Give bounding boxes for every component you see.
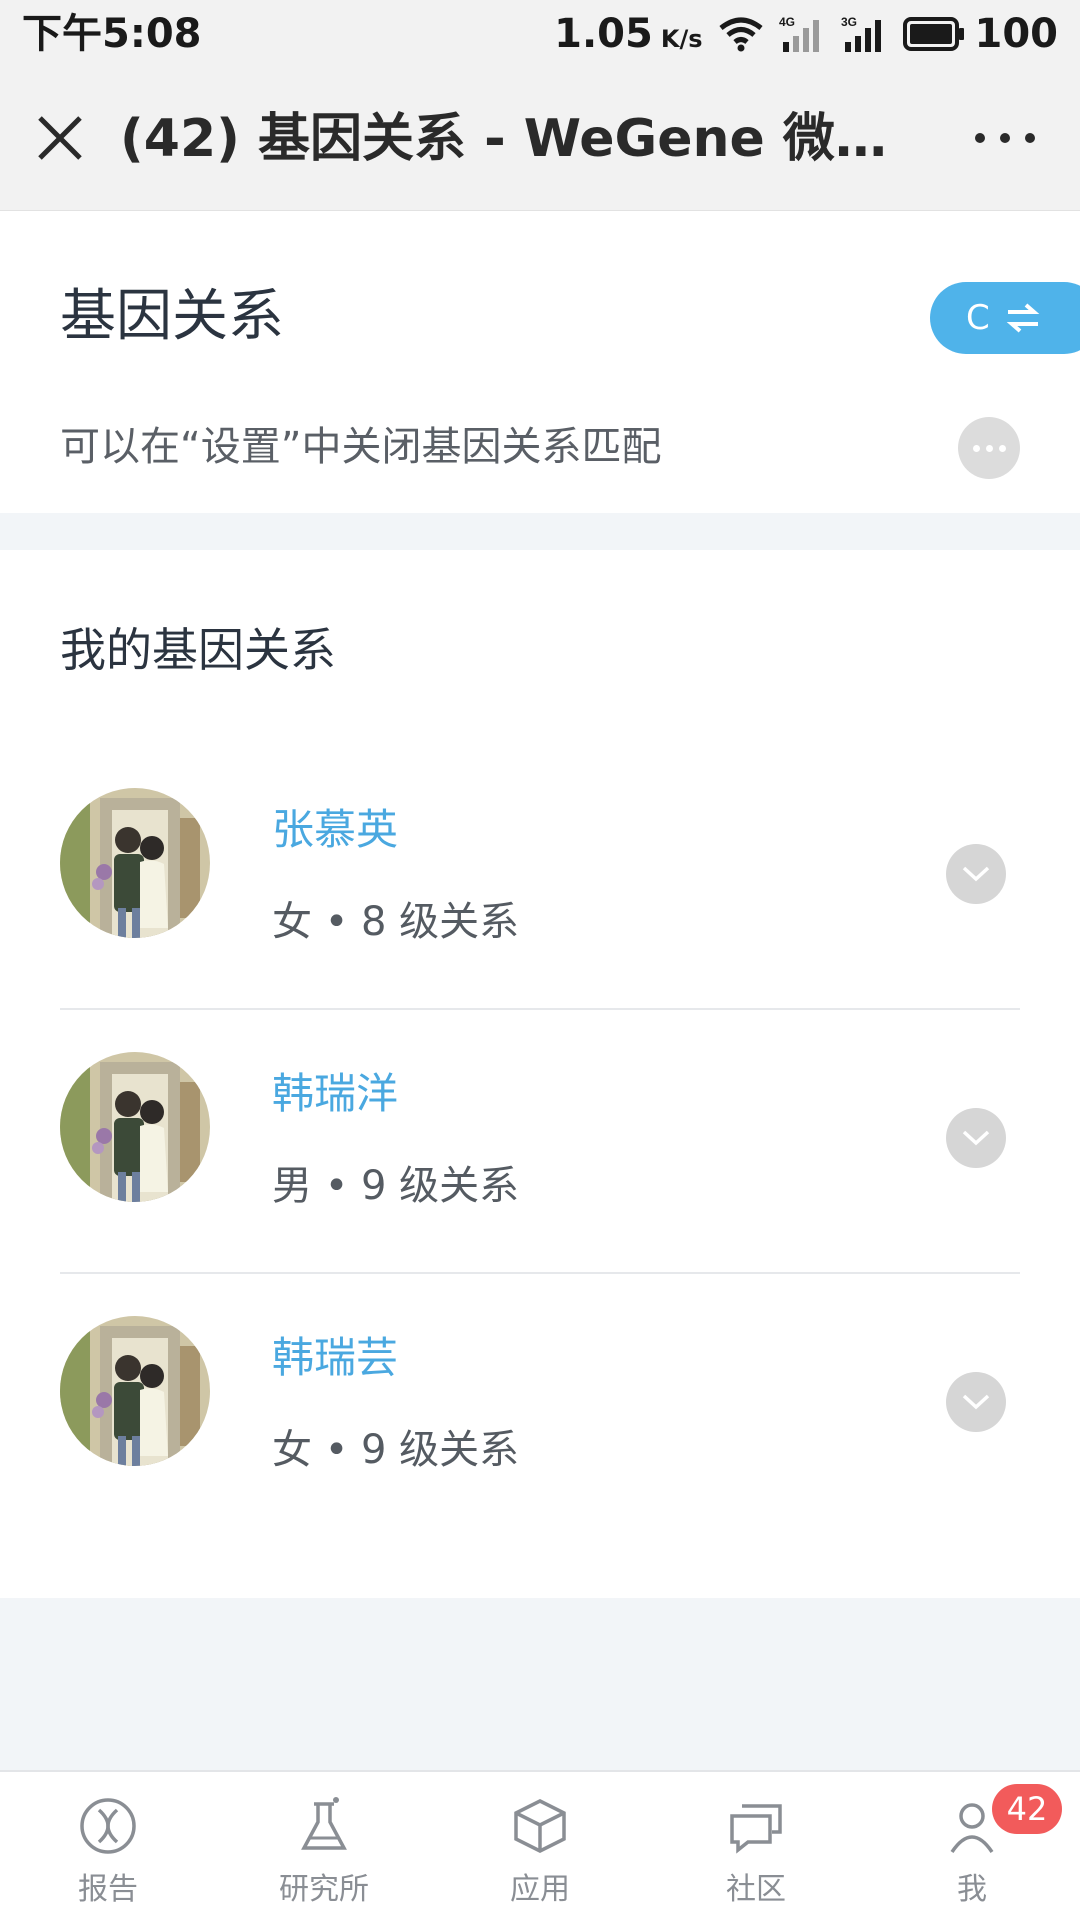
dot-icon — [972, 444, 980, 452]
dot-icon — [985, 444, 993, 452]
avatar-illustration — [60, 1316, 210, 1466]
battery: 100 — [902, 11, 1059, 57]
notification-badge: 42 — [992, 1784, 1062, 1834]
tab-label: 我 — [957, 1872, 987, 1907]
relative-row[interactable]: 韩瑞洋 男 • 9 级关系 — [60, 1008, 1020, 1274]
dot-icon — [998, 444, 1006, 452]
expand-button[interactable] — [946, 1108, 1006, 1168]
tab-report[interactable]: 报告 — [0, 1772, 216, 1922]
webview-title: (42) 基因关系 - WeGene 微基因 — [120, 109, 920, 169]
signal-3g-label: 3G — [841, 15, 857, 29]
tab-label: 报告 — [78, 1872, 138, 1907]
relative-meta: 女 • 9 级关系 — [272, 1427, 520, 1473]
avatar[interactable] — [60, 1316, 210, 1466]
relative-meta: 女 • 8 级关系 — [272, 899, 520, 945]
avatar-illustration — [60, 788, 210, 938]
switch-account-label: C — [966, 298, 990, 338]
flask-icon — [301, 1797, 347, 1850]
avatar-illustration — [60, 1052, 210, 1202]
wifi-icon — [718, 17, 763, 52]
chevron-down-icon — [962, 1130, 990, 1146]
chevron-down-icon — [962, 866, 990, 882]
hint-more-button[interactable] — [958, 417, 1020, 479]
bottom-tab-bar: 报告 研究所 应用 社区 42 我 — [0, 1770, 1080, 1922]
network-speed: 1.05 K/s — [554, 11, 702, 57]
webview-nav-bar: (42) 基因关系 - WeGene 微基因 — [0, 68, 1080, 211]
tab-apps[interactable]: 应用 — [432, 1772, 648, 1922]
avatar[interactable] — [60, 788, 210, 938]
avatar[interactable] — [60, 1052, 210, 1202]
tab-me[interactable]: 42 我 — [864, 1772, 1080, 1922]
tab-community[interactable]: 社区 — [648, 1772, 864, 1922]
expand-button[interactable] — [946, 844, 1006, 904]
relative-name[interactable]: 张慕英 — [272, 800, 398, 860]
dna-icon — [80, 1798, 136, 1854]
tab-institute[interactable]: 研究所 — [216, 1772, 432, 1922]
section-title: 我的基因关系 — [60, 623, 336, 677]
relative-meta: 男 • 9 级关系 — [272, 1163, 520, 1209]
tab-label: 研究所 — [279, 1872, 369, 1907]
expand-button[interactable] — [946, 1372, 1006, 1432]
network-speed-unit: K/s — [660, 25, 703, 53]
network-speed-value: 1.05 — [554, 11, 653, 57]
battery-icon — [902, 17, 964, 51]
settings-hint-text: 可以在“设置”中关闭基因关系匹配 — [60, 424, 662, 470]
chevron-down-icon — [962, 1394, 990, 1410]
close-icon[interactable] — [30, 108, 90, 168]
relative-name[interactable]: 韩瑞芸 — [272, 1328, 398, 1388]
chat-icon — [730, 1804, 782, 1854]
signal-3g-icon: 3G — [841, 15, 881, 52]
tab-label: 应用 — [510, 1872, 570, 1907]
signal-4g-icon: 4G — [779, 15, 819, 52]
swap-arrows-icon — [1006, 303, 1040, 333]
signal-4g-label: 4G — [779, 15, 795, 29]
header-card: 基因关系 C 可以在“设置”中关闭基因关系匹配 — [0, 211, 1080, 513]
switch-account-button[interactable]: C — [930, 282, 1080, 354]
status-bar: 下午5:08 1.05 K/s 4G 3G 100 — [0, 0, 1080, 68]
more-options-icon[interactable] — [970, 116, 1040, 160]
relatives-card: 我的基因关系 张慕英 女 • 8 级关系 韩瑞洋 男 • 9 级关系 韩瑞芸 女… — [0, 550, 1080, 1598]
status-indicators: 1.05 K/s 4G 3G 100 — [554, 8, 1058, 60]
cube-icon — [514, 1799, 566, 1853]
page-title: 基因关系 — [60, 284, 284, 349]
status-time: 下午5:08 — [22, 11, 202, 57]
relative-row[interactable]: 张慕英 女 • 8 级关系 — [60, 744, 1020, 1010]
relative-name[interactable]: 韩瑞洋 — [272, 1064, 398, 1124]
tab-label: 社区 — [726, 1872, 786, 1907]
relative-row[interactable]: 韩瑞芸 女 • 9 级关系 — [60, 1272, 1020, 1536]
battery-percent: 100 — [974, 11, 1059, 57]
